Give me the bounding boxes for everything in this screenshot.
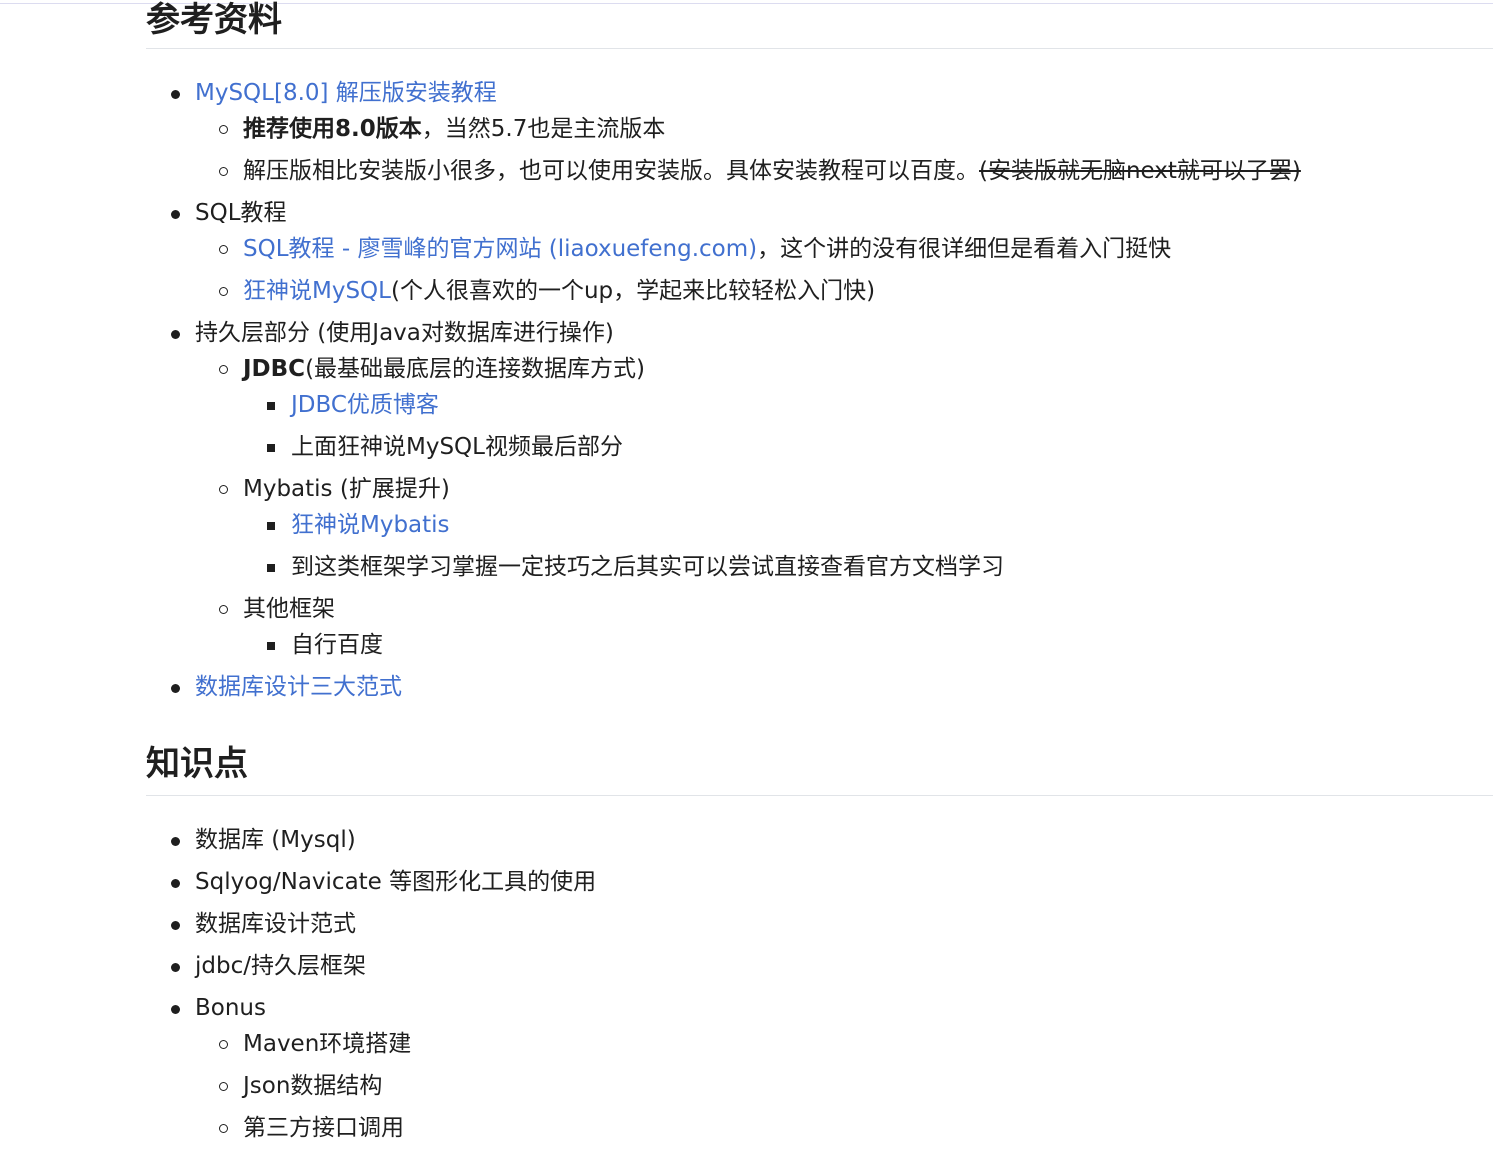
jdbc-bold: JDBC	[243, 356, 306, 382]
list-item: 狂神说MySQL(个人很喜欢的一个up，学起来比较轻松入门快)	[195, 272, 1301, 310]
list-item: 数据库设计范式	[146, 905, 596, 943]
jdbc-sublist: JDBC优质博客 上面狂神说MySQL视频最后部分	[243, 386, 1301, 466]
list-item: Json数据结构	[195, 1067, 596, 1105]
knowledge-item: 数据库 (Mysql)	[195, 827, 356, 853]
bonus-item: Json数据结构	[243, 1073, 383, 1099]
others-label: 其他框架	[243, 596, 335, 622]
list-item-sql: SQL教程 SQL教程 - 廖雪峰的官方网站 (liaoxuefeng.com)…	[146, 194, 1301, 310]
jdbc-video-note: 上面狂神说MySQL视频最后部分	[291, 434, 623, 460]
knowledge-item: Bonus	[195, 995, 266, 1021]
sql-sublist: SQL教程 - 廖雪峰的官方网站 (liaoxuefeng.com)，这个讲的没…	[195, 230, 1301, 310]
recommend-text: 推荐使用8.0版本	[243, 116, 422, 142]
mybatis-sublist: 狂神说Mybatis 到这类框架学习掌握一定技巧之后其实可以尝试直接查看官方文档…	[243, 506, 1301, 586]
kuangshen-mybatis-link[interactable]: 狂神说Mybatis	[291, 512, 450, 538]
section-heading-knowledge: 知识点	[146, 742, 1493, 796]
kuangshen-note: (个人很喜欢的一个up，学起来比较轻松入门快)	[390, 278, 876, 304]
knowledge-item: Sqlyog/Navicate 等图形化工具的使用	[195, 869, 597, 895]
bonus-item: 第三方接口调用	[243, 1115, 404, 1141]
mybatis-note: 到这类框架学习掌握一定技巧之后其实可以尝试直接查看官方文档学习	[291, 554, 1004, 580]
list-item-mysql: MySQL[8.0] 解压版安装教程 推荐使用8.0版本，当然5.7也是主流版本…	[146, 74, 1301, 190]
others-note: 自行百度	[291, 632, 383, 658]
kuangshen-mysql-link[interactable]: 狂神说MySQL	[243, 278, 391, 304]
bonus-item: Maven环境搭建	[243, 1031, 412, 1057]
liaoxuefeng-note: ，这个讲的没有很详细但是看着入门挺快	[757, 236, 1172, 262]
list-item: 第三方接口调用	[195, 1109, 596, 1147]
knowledge-item: jdbc/持久层框架	[195, 953, 366, 979]
list-item-mybatis: Mybatis (扩展提升) 狂神说Mybatis 到这类框架学习掌握一定技巧之…	[195, 470, 1301, 586]
list-item: 数据库 (Mysql)	[146, 821, 596, 859]
list-item-others: 其他框架 自行百度	[195, 590, 1301, 664]
persistence-label: 持久层部分 (使用Java对数据库进行操作)	[195, 320, 614, 346]
list-item-bonus: Bonus Maven环境搭建 Json数据结构 第三方接口调用	[146, 989, 596, 1147]
list-item: SQL教程 - 廖雪峰的官方网站 (liaoxuefeng.com)，这个讲的没…	[195, 230, 1301, 268]
mysql-sublist: 推荐使用8.0版本，当然5.7也是主流版本 解压版相比安装版小很多，也可以使用安…	[195, 110, 1301, 190]
list-item: Sqlyog/Navicate 等图形化工具的使用	[146, 863, 596, 901]
install-note: 解压版相比安装版小很多，也可以使用安装版。具体安装教程可以百度。	[243, 158, 979, 184]
list-item-jdbc: JDBC(最基础最底层的连接数据库方式) JDBC优质博客 上面狂神说MySQL…	[195, 350, 1301, 466]
list-item: 上面狂神说MySQL视频最后部分	[243, 428, 1301, 466]
mysql-install-link[interactable]: MySQL[8.0] 解压版安装教程	[195, 80, 497, 106]
others-sublist: 自行百度	[243, 626, 1301, 664]
list-item: 到这类框架学习掌握一定技巧之后其实可以尝试直接查看官方文档学习	[243, 548, 1301, 586]
knowledge-item: 数据库设计范式	[195, 911, 356, 937]
list-item: 解压版相比安装版小很多，也可以使用安装版。具体安装教程可以百度。(安装版就无脑n…	[195, 152, 1301, 190]
list-item: JDBC优质博客	[243, 386, 1301, 424]
list-item: 狂神说Mybatis	[243, 506, 1301, 544]
list-item: 推荐使用8.0版本，当然5.7也是主流版本	[195, 110, 1301, 148]
list-item-db-design: 数据库设计三大范式	[146, 668, 1301, 706]
list-item-persistence: 持久层部分 (使用Java对数据库进行操作) JDBC(最基础最底层的连接数据库…	[146, 314, 1301, 664]
sql-tutorial-label: SQL教程	[195, 200, 287, 226]
list-item: jdbc/持久层框架	[146, 947, 596, 985]
references-list: MySQL[8.0] 解压版安装教程 推荐使用8.0版本，当然5.7也是主流版本…	[146, 74, 1301, 710]
list-item: Maven环境搭建	[195, 1025, 596, 1063]
bonus-sublist: Maven环境搭建 Json数据结构 第三方接口调用	[195, 1025, 596, 1147]
jdbc-blog-link[interactable]: JDBC优质博客	[291, 392, 439, 418]
strikethrough-note: (安装版就无脑next就可以了罢)	[979, 158, 1301, 184]
version-note: ，当然5.7也是主流版本	[421, 116, 666, 142]
knowledge-list: 数据库 (Mysql) Sqlyog/Navicate 等图形化工具的使用 数据…	[146, 821, 596, 1151]
jdbc-desc: (最基础最底层的连接数据库方式)	[305, 356, 646, 382]
liaoxuefeng-link[interactable]: SQL教程 - 廖雪峰的官方网站 (liaoxuefeng.com)	[243, 236, 757, 262]
persistence-sublist: JDBC(最基础最底层的连接数据库方式) JDBC优质博客 上面狂神说MySQL…	[195, 350, 1301, 664]
db-design-link[interactable]: 数据库设计三大范式	[195, 674, 402, 700]
mybatis-label: Mybatis (扩展提升)	[243, 476, 450, 502]
list-item: 自行百度	[243, 626, 1301, 664]
section-heading-references: 参考资料	[146, 0, 1493, 49]
